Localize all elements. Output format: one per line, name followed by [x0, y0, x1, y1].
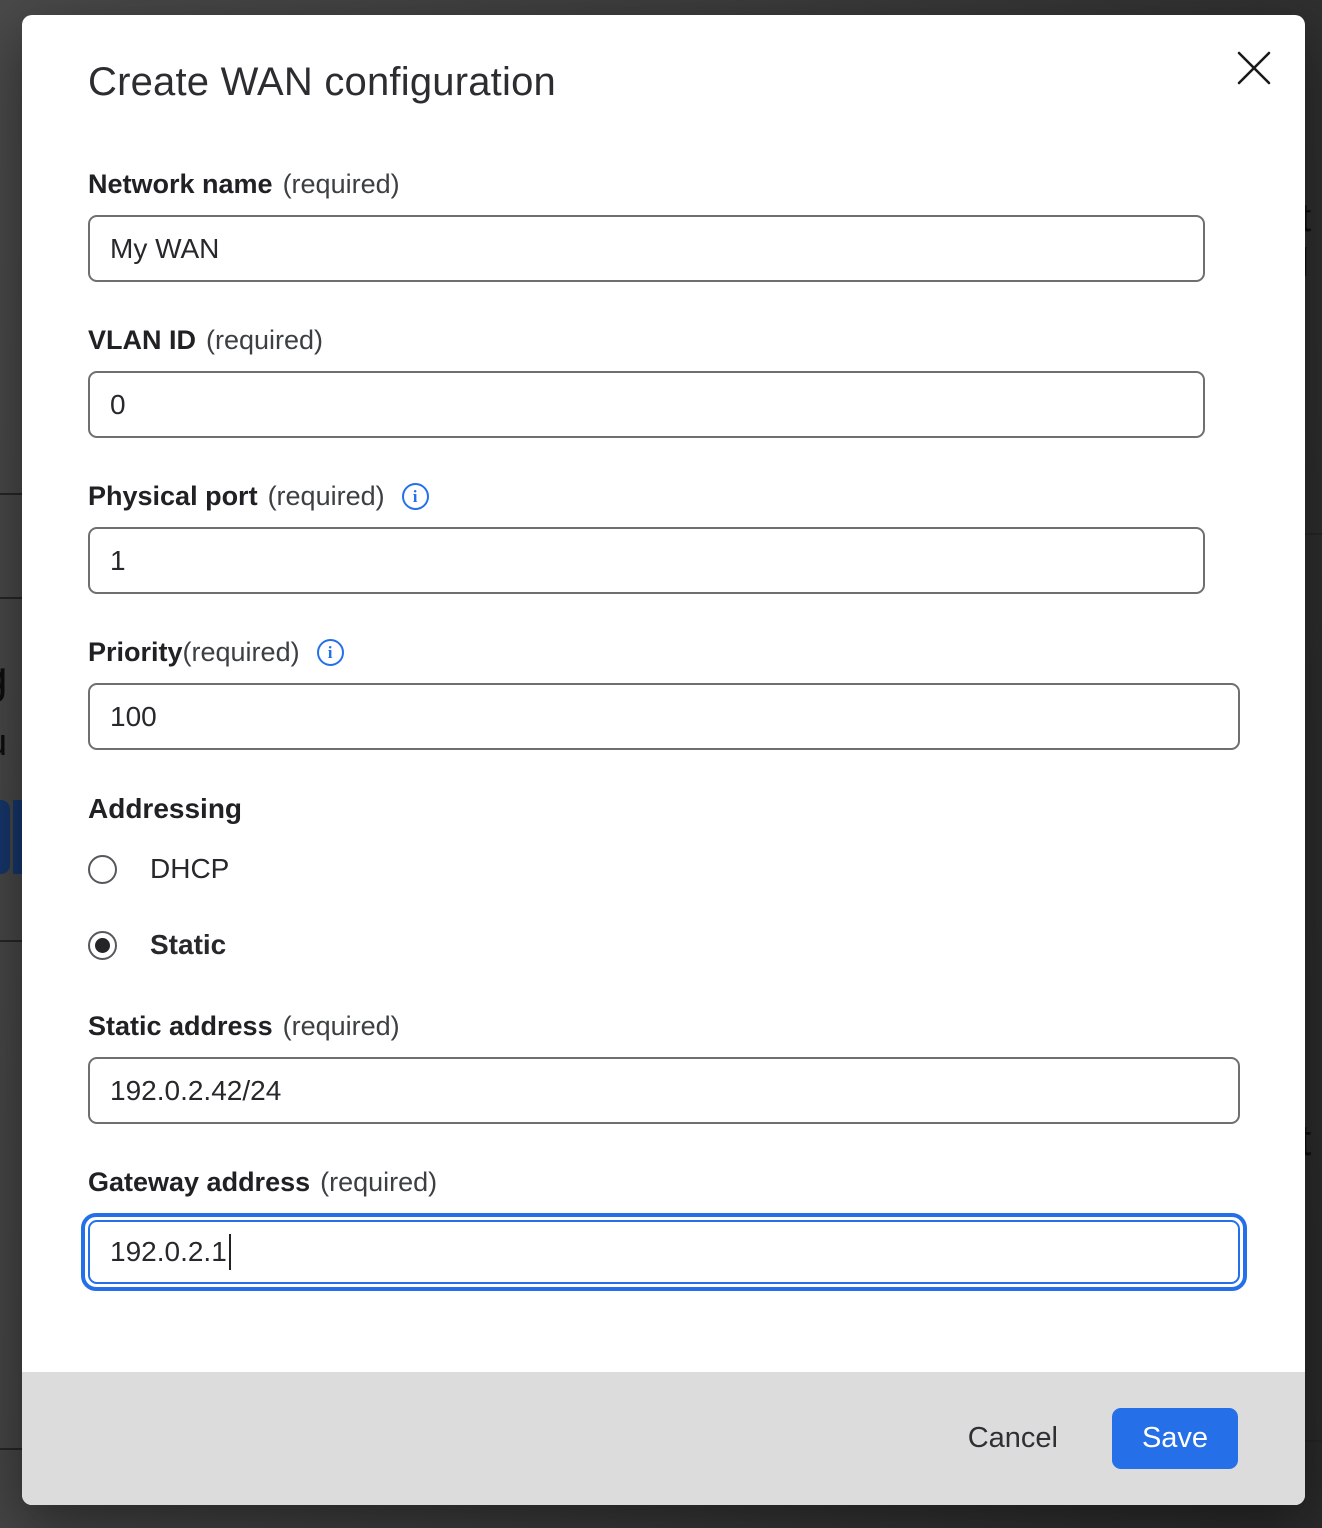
addressing-heading: Addressing	[88, 793, 1305, 825]
radio-selected-icon	[88, 931, 117, 960]
background-divider	[0, 940, 22, 942]
field-gateway-address: Gateway address (required) 192.0.2.1	[88, 1167, 1305, 1291]
info-circle-icon[interactable]: i	[317, 639, 344, 666]
field-network-name: Network name (required)	[88, 169, 1305, 282]
radio-option-dhcp[interactable]: DHCP	[88, 853, 1305, 885]
required-hint: (required)	[183, 637, 300, 668]
required-hint: (required)	[283, 169, 400, 200]
modal-backdrop: g u t l t Create WAN configuration Netwo…	[0, 0, 1322, 1528]
dialog-footer: Cancel Save	[22, 1372, 1305, 1505]
physical-port-input[interactable]	[88, 527, 1205, 594]
priority-label: Priority	[88, 637, 183, 668]
info-circle-icon[interactable]: i	[402, 483, 429, 510]
gateway-address-input[interactable]: 192.0.2.1	[88, 1220, 1240, 1284]
required-hint: (required)	[283, 1011, 400, 1042]
background-divider	[1305, 1440, 1322, 1442]
background-text-fragment: g	[0, 650, 8, 704]
gateway-address-value: 192.0.2.1	[110, 1236, 227, 1268]
cancel-button[interactable]: Cancel	[962, 1412, 1064, 1465]
static-address-label: Static address	[88, 1011, 273, 1042]
radio-option-label: Static	[150, 929, 226, 961]
required-hint: (required)	[206, 325, 323, 356]
priority-input[interactable]	[88, 683, 1240, 750]
required-hint: (required)	[268, 481, 385, 512]
save-button[interactable]: Save	[1112, 1408, 1238, 1469]
close-icon	[1236, 50, 1272, 86]
radio-unselected-icon	[88, 855, 117, 884]
dialog-title: Create WAN configuration	[88, 60, 1305, 105]
static-address-input[interactable]	[88, 1057, 1240, 1124]
radio-option-label: DHCP	[150, 853, 229, 885]
text-cursor	[229, 1234, 231, 1270]
create-wan-dialog: Create WAN configuration Network name (r…	[22, 15, 1305, 1505]
background-button-fragment	[0, 800, 10, 874]
background-divider	[0, 493, 22, 495]
radio-option-static[interactable]: Static	[88, 929, 1305, 961]
vlan-id-input[interactable]	[88, 371, 1205, 438]
vlan-id-label: VLAN ID	[88, 325, 196, 356]
background-text-fragment: u	[0, 722, 7, 765]
background-divider	[0, 1448, 22, 1450]
gateway-address-label: Gateway address	[88, 1167, 310, 1198]
field-static-address: Static address (required)	[88, 1011, 1305, 1124]
background-button-fragment	[13, 800, 22, 874]
field-vlan-id: VLAN ID (required)	[88, 325, 1305, 438]
close-button[interactable]	[1233, 47, 1275, 89]
field-priority: Priority (required) i	[88, 637, 1305, 750]
network-name-label: Network name	[88, 169, 273, 200]
field-physical-port: Physical port (required) i	[88, 481, 1305, 594]
dialog-body: Create WAN configuration Network name (r…	[22, 15, 1305, 1372]
physical-port-label: Physical port	[88, 481, 258, 512]
background-divider	[0, 597, 22, 599]
required-hint: (required)	[320, 1167, 437, 1198]
focus-ring: 192.0.2.1	[81, 1213, 1247, 1291]
network-name-input[interactable]	[88, 215, 1205, 282]
background-divider	[1305, 533, 1322, 535]
